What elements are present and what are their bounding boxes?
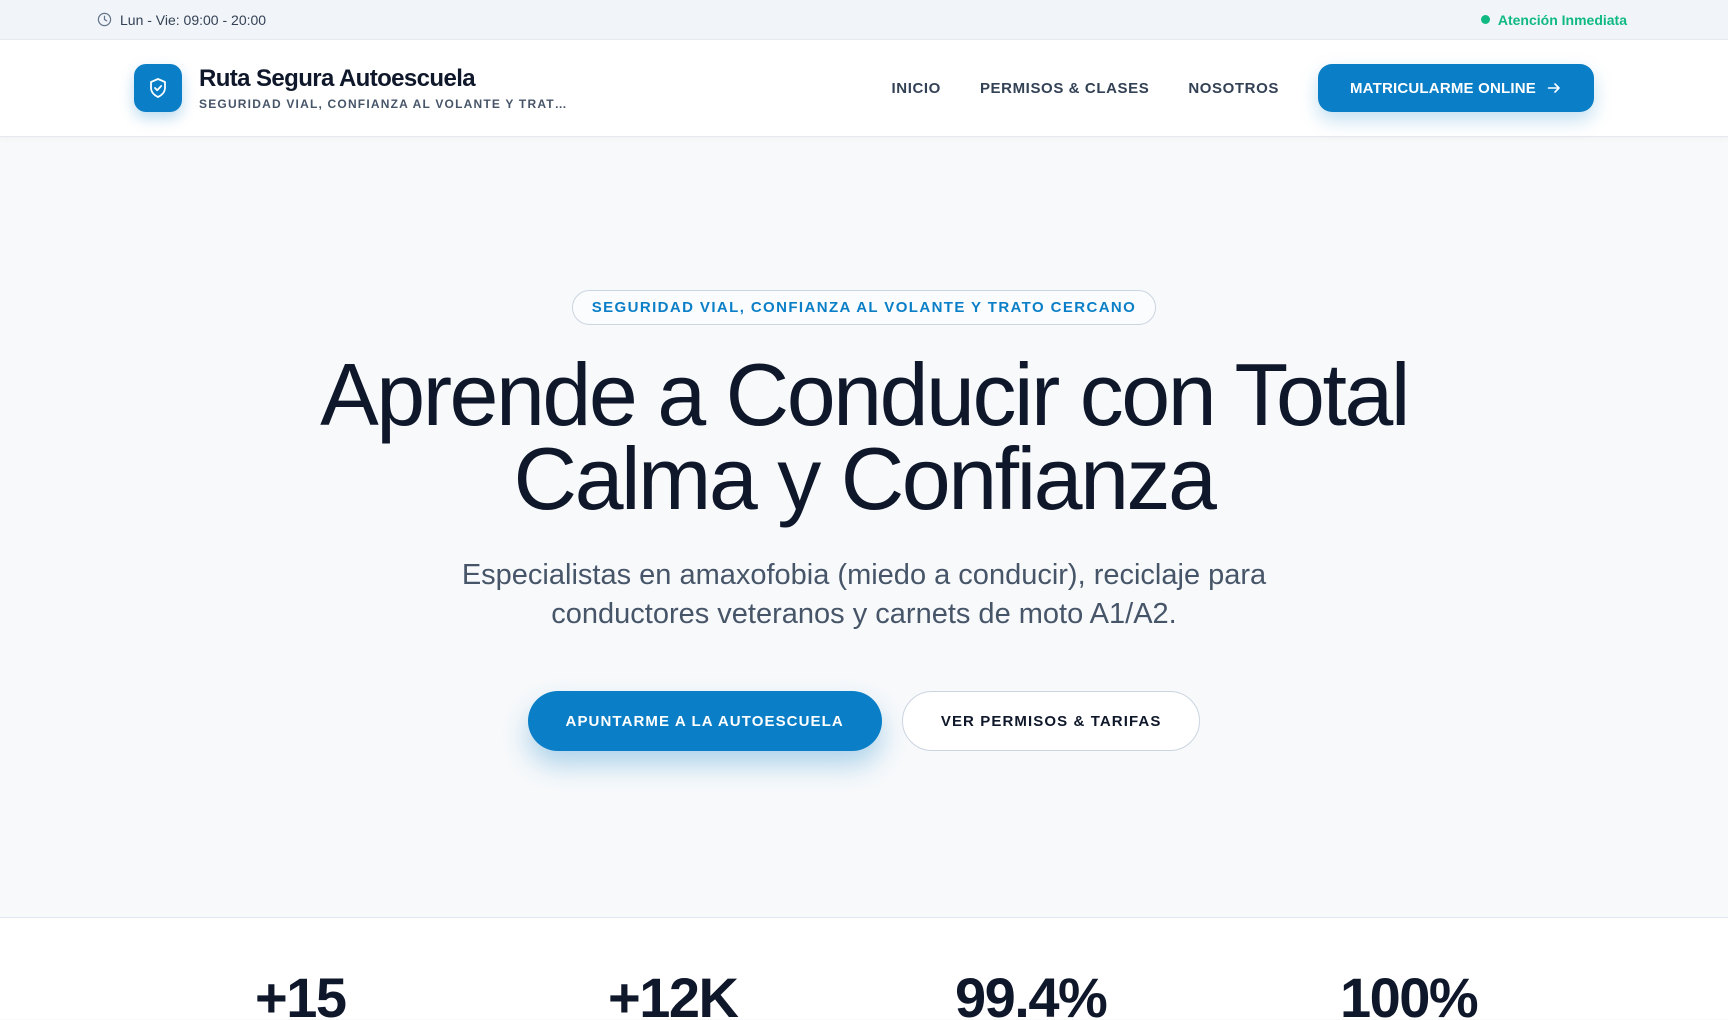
brand-name: Ruta Segura Autoescuela xyxy=(199,65,476,92)
attention-status: Atención Inmediata xyxy=(1480,11,1627,28)
top-info-bar: Lun - Vie: 09:00 - 20:00 Atención Inmedi… xyxy=(0,0,1728,40)
stat-years: +15 xyxy=(255,966,347,1020)
stat-satisfaction: 100% xyxy=(1340,966,1479,1020)
stats-section: +15 +12K 99.4% 100% xyxy=(0,918,1728,1019)
hero-badge: SEGURIDAD VIAL, CONFIANZA AL VOLANTE Y T… xyxy=(571,290,1157,325)
shield-check-icon xyxy=(134,64,182,112)
attention-status-text: Atención Inmediata xyxy=(1497,11,1627,28)
view-permits-button[interactable]: VER PERMISOS & TARIFAS xyxy=(901,691,1201,751)
brand-tagline: SEGURIDAD VIAL, CONFIANZA AL VOLANTE Y T… xyxy=(199,97,574,111)
hero-subtitle: Especialistas en amaxofobia (miedo a con… xyxy=(461,559,1267,630)
enroll-online-label: MATRICULARME ONLINE xyxy=(1349,79,1536,97)
hero-section: SEGURIDAD VIAL, CONFIANZA AL VOLANTE Y T… xyxy=(0,137,1728,918)
clock-icon xyxy=(97,12,112,27)
brand-logo-link[interactable]: Ruta Segura Autoescuela SEGURIDAD VIAL, … xyxy=(134,64,574,112)
hero-title: Aprende a Conducir con Total Calma y Con… xyxy=(320,351,1410,523)
hero-title-line-2: Calma y Confianza xyxy=(513,429,1217,528)
stat-students: +12K xyxy=(608,966,739,1020)
nav-item-inicio[interactable]: INICIO xyxy=(892,80,941,97)
brand-text: Ruta Segura Autoescuela SEGURIDAD VIAL, … xyxy=(199,65,574,111)
stat-pass-rate: 99.4% xyxy=(955,966,1108,1020)
hero-actions: APUNTARME A LA AUTOESCUELA VER PERMISOS … xyxy=(527,691,1201,751)
join-school-button[interactable]: APUNTARME A LA AUTOESCUELA xyxy=(527,691,882,751)
nav-item-nosotros[interactable]: NOSOTROS xyxy=(1188,80,1279,97)
status-dot-icon xyxy=(1480,15,1490,24)
site-header: Ruta Segura Autoescuela SEGURIDAD VIAL, … xyxy=(0,40,1728,137)
main-nav: INICIO PERMISOS & CLASES NOSOTROS MATRIC… xyxy=(892,64,1594,112)
arrow-right-icon xyxy=(1547,83,1560,93)
enroll-online-button[interactable]: MATRICULARME ONLINE xyxy=(1317,64,1594,112)
nav-item-permisos-clases[interactable]: PERMISOS & CLASES xyxy=(980,80,1149,97)
opening-hours-text: Lun - Vie: 09:00 - 20:00 xyxy=(120,11,267,28)
opening-hours: Lun - Vie: 09:00 - 20:00 xyxy=(97,12,266,28)
